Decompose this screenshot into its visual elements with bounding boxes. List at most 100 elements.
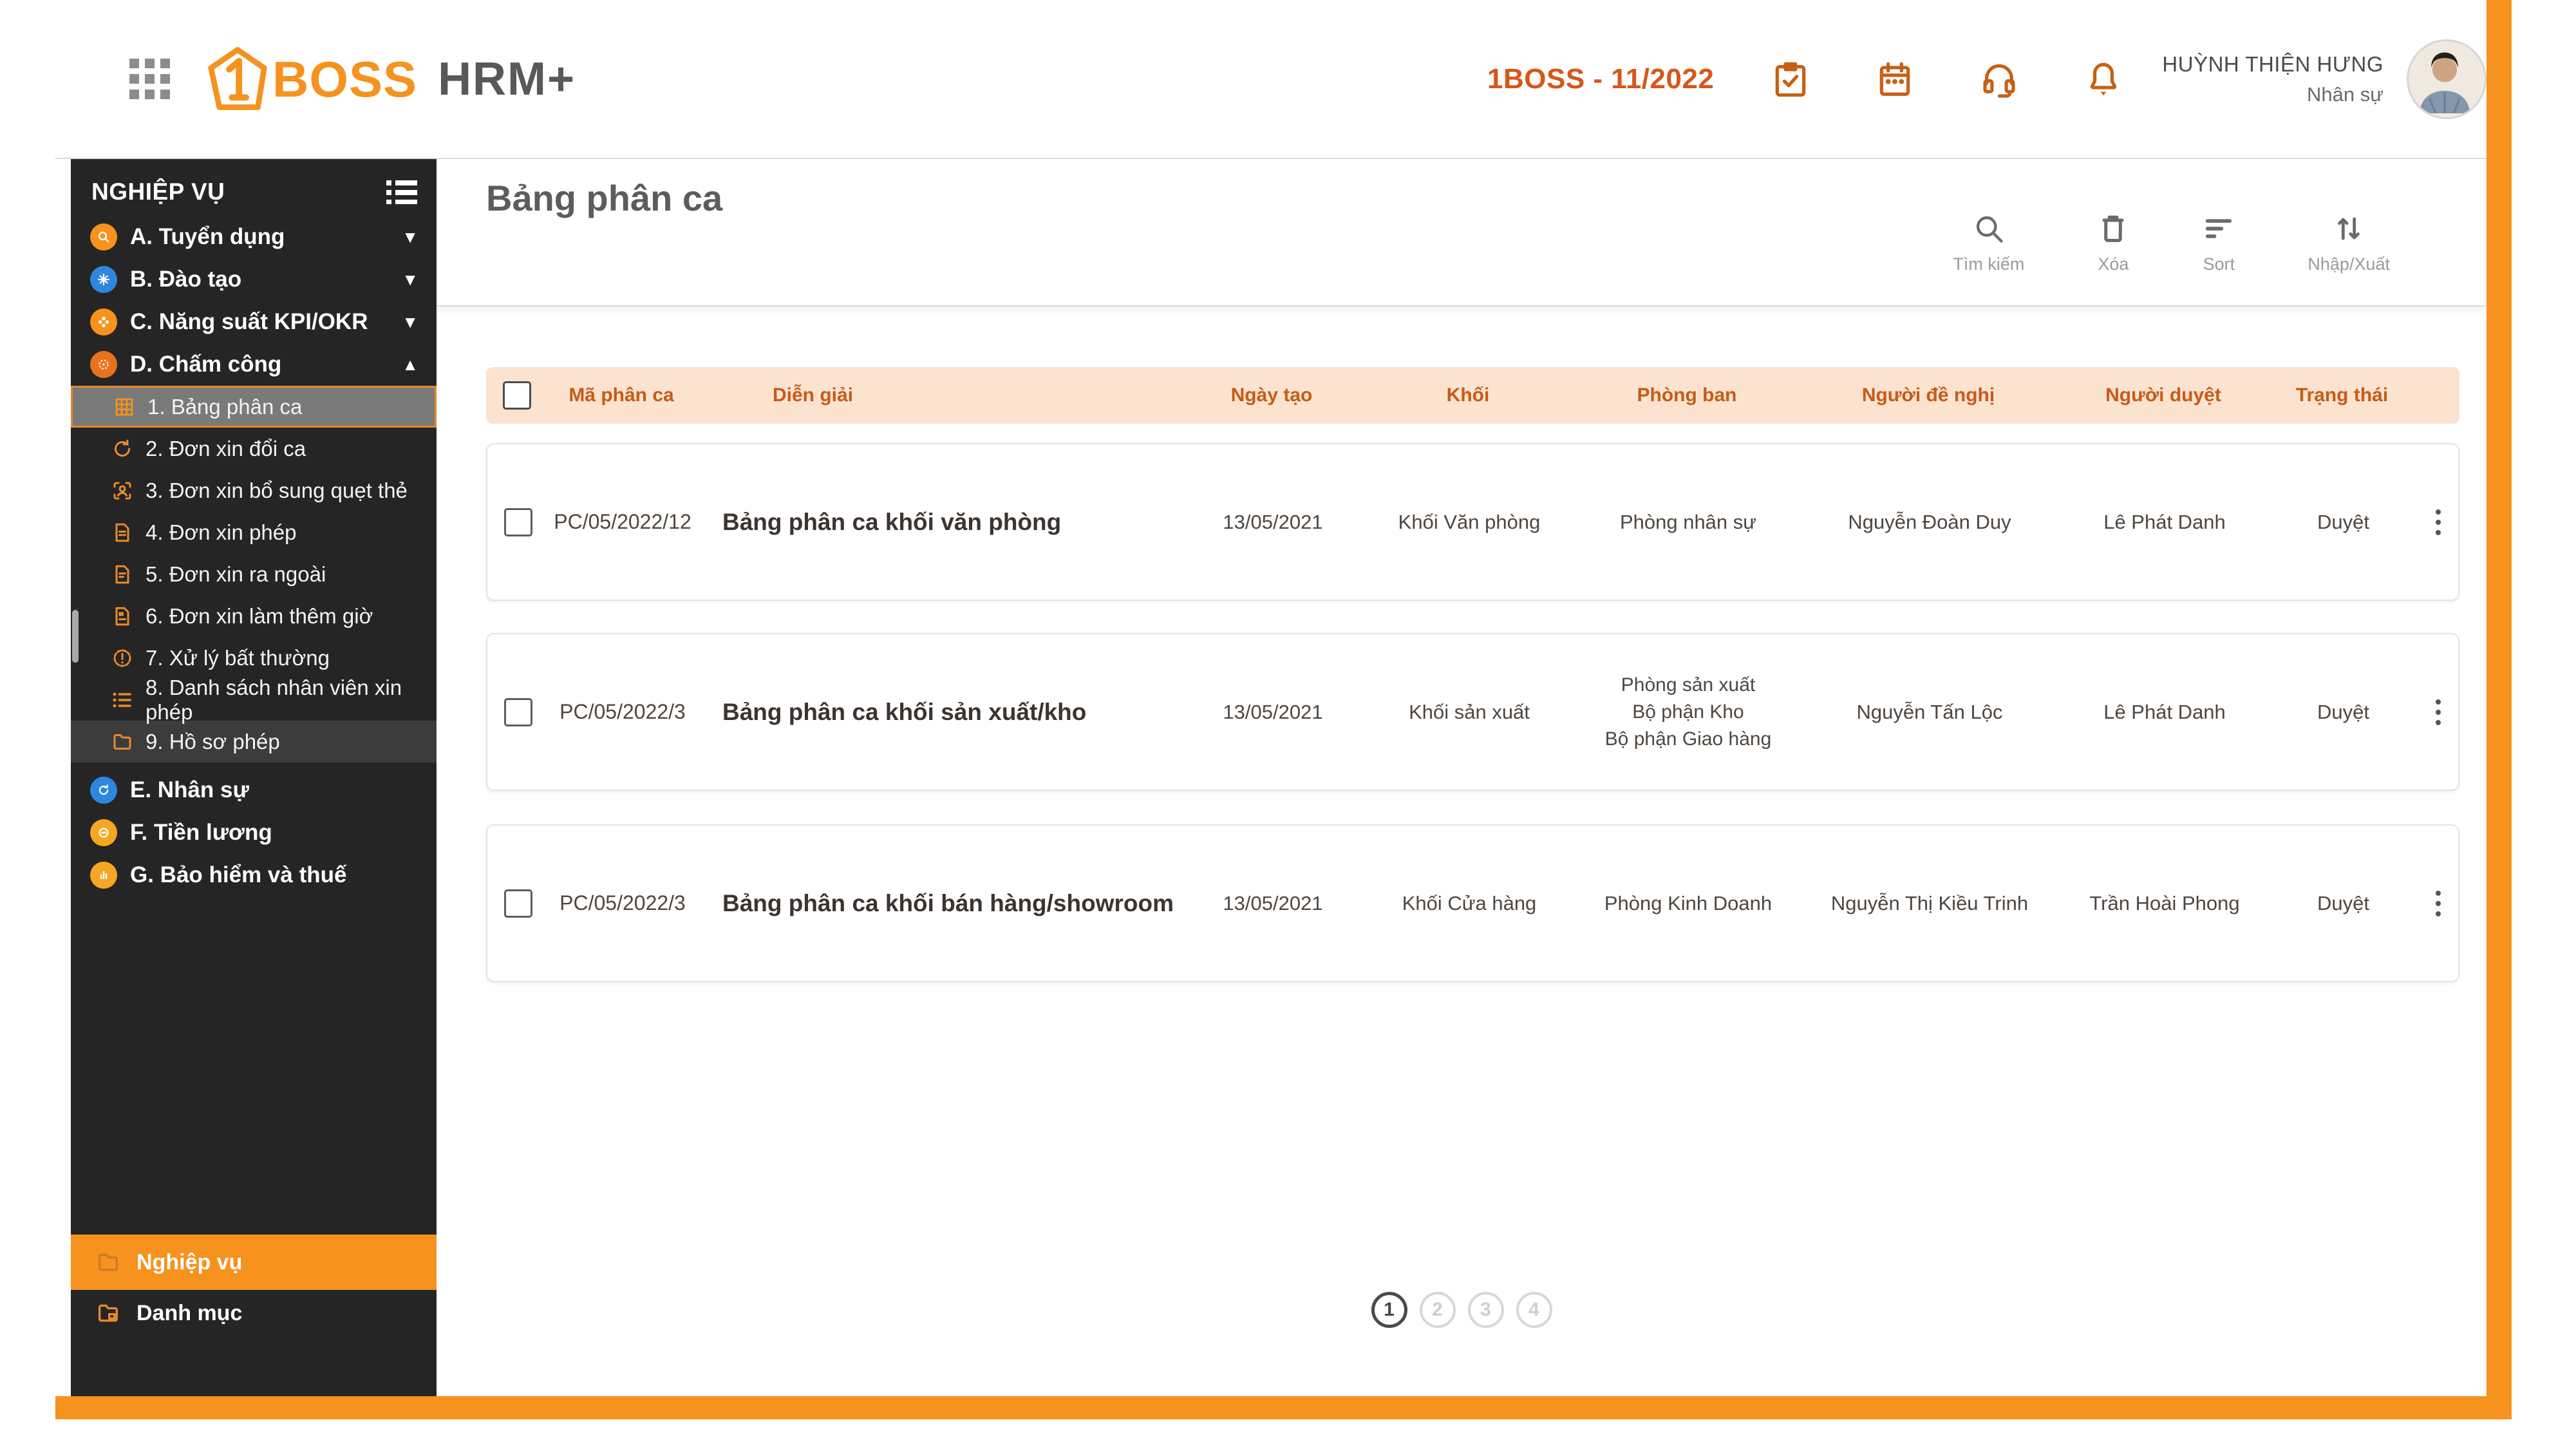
cell-approver: Lê Phát Danh [2058, 508, 2271, 536]
sidebar-footer-danh-muc[interactable]: Danh mục [71, 1290, 437, 1336]
sidebar-subitem-ra-ngoai[interactable]: 5. Đơn xin ra ngoài [71, 553, 437, 595]
chevron-up-icon[interactable]: ▲ [402, 355, 418, 375]
status-badge: Duyệt [2271, 698, 2416, 726]
table-header-row: Mã phân ca Diễn giải Ngày tạo Khối Phòng… [486, 367, 2459, 424]
cell-code: PC/05/2022/3 [545, 889, 700, 918]
page-button-1[interactable]: 1 [1371, 1292, 1407, 1328]
row-menu-button[interactable] [2436, 509, 2441, 535]
tasks-clipboard-icon[interactable] [1771, 59, 1810, 99]
page-button-2[interactable]: 2 [1420, 1292, 1456, 1328]
sidebar-footer-nghiep-vu[interactable]: Nghiệp vụ [71, 1235, 437, 1290]
sidebar-item-label: C. Năng suất KPI/OKR [130, 309, 402, 335]
chevron-down-icon[interactable]: ▼ [402, 227, 418, 247]
page-title: Bảng phân ca [486, 177, 722, 281]
table-row[interactable]: PC/05/2022/3 Bảng phân ca khối bán hàng/… [486, 824, 2459, 982]
column-header[interactable]: Khối [1362, 384, 1574, 406]
calendar-icon[interactable] [1875, 59, 1915, 99]
row-menu-button[interactable] [2436, 891, 2441, 916]
logo-text: BOSS [272, 54, 417, 104]
app-screen: BOSS HRM+ 1BOSS - 11/2022 HUỲNH T [0, 0, 2576, 1449]
sidebar-item-tuyen-dung[interactable]: A. Tuyển dụng ▼ [71, 216, 437, 258]
sidebar-subitem-don-xin-phep[interactable]: 4. Đơn xin phép [71, 511, 437, 553]
row-checkbox[interactable] [504, 889, 532, 918]
column-header[interactable]: Người đề nghị [1800, 384, 2057, 406]
sidebar: NGHIỆP VỤ A. Tuyển dụng ▼ B. Đào tạo ▼ C… [71, 159, 437, 1396]
column-header[interactable]: Ngày tạo [1181, 384, 1362, 406]
sidebar-item-tien-luong[interactable]: F. Tiền lương [71, 811, 437, 854]
search-button[interactable]: Tìm kiếm [1953, 212, 2024, 274]
sidebar-item-nhan-su[interactable]: E. Nhân sự [71, 769, 437, 811]
sort-button[interactable]: Sort [2202, 212, 2235, 274]
column-header[interactable]: Mã phân ca [544, 384, 699, 406]
import-export-button[interactable]: Nhập/Xuất [2308, 212, 2390, 274]
cell-block: Khối Cửa hàng [1363, 889, 1575, 917]
page-button-4[interactable]: 4 [1516, 1292, 1552, 1328]
outing-form-icon [111, 563, 134, 586]
top-bar: BOSS HRM+ 1BOSS - 11/2022 HUỲNH T [55, 0, 2487, 159]
row-checkbox[interactable] [504, 698, 532, 726]
user-info[interactable]: HUỲNH THIỆN HƯNG Nhân sự [2162, 48, 2383, 110]
column-header[interactable]: Phòng ban [1574, 384, 1800, 406]
sidebar-item-bao-hiem-thue[interactable]: G. Bảo hiểm và thuế [71, 854, 437, 896]
sidebar-subitem-xu-ly-bat-thuong[interactable]: 7. Xử lý bất thường [71, 637, 437, 679]
top-icon-group [1771, 59, 2123, 99]
sidebar-item-label: A. Tuyển dụng [130, 224, 402, 250]
import-export-icon [2332, 212, 2365, 245]
sidebar-subitem-bang-phan-ca[interactable]: 1. Bảng phân ca [71, 386, 437, 428]
sidebar-subitem-label: 7. Xử lý bất thường [146, 646, 330, 670]
sort-icon [2202, 212, 2235, 245]
timekeeping-icon [90, 351, 117, 378]
badge-scan-icon [111, 479, 134, 502]
sidebar-subitem-label: 2. Đơn xin đổi ca [146, 437, 306, 461]
cell-proposer: Nguyễn Thị Kiều Trinh [1801, 889, 2058, 917]
sidebar-scrollbar[interactable] [72, 610, 79, 663]
cell-description: Bảng phân ca khối văn phòng [700, 506, 1183, 539]
kpi-icon [90, 308, 117, 336]
headset-icon[interactable] [1979, 59, 2019, 99]
sidebar-subitem-doi-ca[interactable]: 2. Đơn xin đổi ca [71, 428, 437, 469]
sidebar-subitem-label: 5. Đơn xin ra ngoài [146, 562, 326, 587]
bell-icon[interactable] [2083, 59, 2123, 99]
sidebar-subitem-ho-so-phep[interactable]: 9. Hồ sơ phép [71, 721, 437, 762]
table-row[interactable]: PC/05/2022/3 Bảng phân ca khối sản xuất/… [486, 633, 2459, 791]
action-label: Xóa [2098, 254, 2129, 274]
cell-description: Bảng phân ca khối sản xuất/kho [700, 696, 1183, 729]
action-label: Sort [2203, 254, 2235, 274]
column-header[interactable]: Diễn giải [699, 384, 1181, 406]
select-all-checkbox[interactable] [503, 381, 531, 410]
cell-code: PC/05/2022/3 [545, 697, 700, 726]
overtime-form-icon [111, 605, 134, 628]
sidebar-subitem-label: 6. Đơn xin làm thêm giờ [146, 604, 373, 629]
sidebar-item-kpi-okr[interactable]: C. Năng suất KPI/OKR ▼ [71, 301, 437, 343]
sidebar-subitem-lam-them-gio[interactable]: 6. Đơn xin làm thêm giờ [71, 595, 437, 637]
right-accent-strip [2487, 0, 2512, 1419]
brand-logo[interactable]: BOSS HRM+ [207, 47, 576, 111]
column-header[interactable]: Người duyệt [2057, 384, 2270, 406]
row-menu-button[interactable] [2436, 699, 2441, 725]
insurance-tax-icon [90, 862, 117, 889]
cell-block: Khối sản xuất [1363, 698, 1575, 726]
leave-form-icon [111, 521, 134, 544]
leave-list-icon [111, 688, 134, 712]
avatar[interactable] [2407, 39, 2487, 119]
search-icon [1972, 212, 2006, 245]
cell-code: PC/05/2022/12 [545, 507, 700, 536]
page-button-3[interactable]: 3 [1468, 1292, 1504, 1328]
sidebar-item-cham-cong[interactable]: D. Chấm công ▲ [71, 343, 437, 386]
column-header[interactable]: Trạng thái [2270, 384, 2414, 406]
chevron-down-icon[interactable]: ▼ [402, 312, 418, 332]
shift-table: Mã phân ca Diễn giải Ngày tạo Khối Phòng… [437, 307, 2487, 982]
delete-button[interactable]: Xóa [2096, 212, 2130, 274]
sidebar-item-label: B. Đào tạo [130, 267, 402, 292]
logo-pentagon-icon [207, 47, 268, 111]
table-row[interactable]: PC/05/2022/12 Bảng phân ca khối văn phòn… [486, 443, 2459, 601]
user-name: HUỲNH THIỆN HƯNG [2162, 48, 2383, 80]
sidebar-subitem-bo-sung-quet-the[interactable]: 3. Đơn xin bổ sung quẹt thẻ [71, 469, 437, 511]
sidebar-item-dao-tao[interactable]: B. Đào tạo ▼ [71, 258, 437, 301]
list-toggle-icon[interactable] [386, 180, 417, 204]
app-grid-icon[interactable] [129, 59, 171, 100]
page-header: Bảng phân ca Tìm kiếm Xóa Sort Nhập/Xuất [437, 159, 2487, 307]
row-checkbox[interactable] [504, 508, 532, 536]
chevron-down-icon[interactable]: ▼ [402, 270, 418, 290]
sidebar-subitem-danh-sach-xin-phep[interactable]: 8. Danh sách nhân viên xin phép [71, 679, 437, 721]
